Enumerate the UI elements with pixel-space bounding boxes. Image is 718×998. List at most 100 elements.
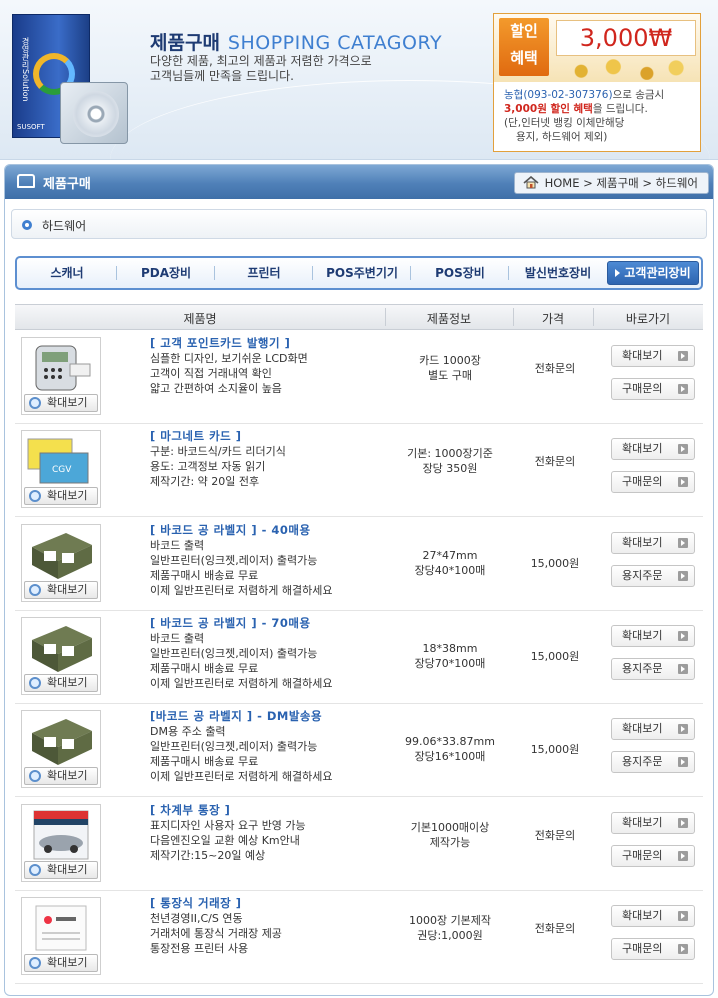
zoom-button[interactable]: 확대보기 [24, 953, 98, 972]
table-header: 제품명 제품정보 가격 바로가기 [15, 304, 703, 330]
table-row: CGV 확대보기 [ 마그네트 카드 ] 구분: 바코드식/카드 리더기식 용도:… [15, 424, 703, 518]
zoom-button[interactable]: 확대보기 [24, 673, 98, 692]
product-desc-line: 이제 일반프린터로 저렴하게 해결하세요 [150, 583, 333, 597]
view-detail-button[interactable]: 확대보기 [611, 438, 695, 461]
product-price: 전화문의 [534, 921, 576, 935]
zoom-button[interactable]: 확대보기 [24, 860, 98, 879]
product-thumbnail[interactable]: 확대보기 [21, 710, 101, 789]
product-info: 99.06*33.87mm 장당16*100매 [385, 734, 515, 764]
product-name[interactable]: [ 마그네트 카드 ] [150, 428, 242, 444]
view-detail-button[interactable]: 확대보기 [611, 718, 695, 741]
product-thumbnail[interactable]: 확대보기 [21, 616, 101, 695]
zoom-label: 확대보기 [47, 955, 88, 969]
button-label: 확대보기 [622, 628, 663, 642]
tab-pos-peripherals[interactable]: POS주변기기 [313, 258, 411, 288]
product-price: 전화문의 [534, 455, 576, 469]
home-icon[interactable] [523, 176, 539, 189]
product-info: 카드 1000장 별도 구매 [385, 353, 515, 383]
product-name[interactable]: [바코드 공 라벨지 ] - DM발송용 [150, 708, 322, 724]
button-label: 용지주문 [622, 755, 663, 769]
banner-title-ko: 제품구매 [150, 32, 220, 54]
tab-caller-id[interactable]: 발신번호장비 [509, 258, 607, 288]
view-detail-button[interactable]: 확대보기 [611, 904, 695, 927]
promo-text: 농협(093-02-307376)으로 송금시 3,000원 할인 혜택을 드립… [504, 88, 694, 144]
arrow-right-icon [678, 444, 688, 455]
promo-badge: 할인 혜택 [499, 18, 549, 76]
arrow-right-icon [678, 477, 688, 488]
label-paper-box-image [32, 625, 92, 672]
arrow-right-icon [678, 910, 688, 921]
order-inquiry-button[interactable]: 용지주문 [611, 564, 695, 587]
car-logbook-image [33, 810, 89, 859]
zoom-button[interactable]: 확대보기 [24, 767, 98, 786]
breadcrumb-text: HOME > 제품구매 > 하드웨어 [544, 176, 698, 190]
product-info-line: 제작가능 [429, 835, 471, 849]
product-thumbnail[interactable]: 확대보기 [21, 523, 101, 602]
button-label: 확대보기 [622, 442, 663, 456]
promo-line4: 용지, 하드웨어 제외) [516, 131, 608, 143]
order-inquiry-button[interactable]: 구매문의 [611, 844, 695, 867]
arrow-right-icon [678, 663, 688, 674]
tab-pos-equipment[interactable]: POS장비 [411, 258, 509, 288]
product-info-line: 기본1000매이상 [410, 820, 490, 834]
header-shortcut: 바로가기 [625, 312, 671, 326]
header-product-name: 제품명 [183, 312, 217, 326]
point-card-machine-image [35, 345, 91, 391]
order-inquiry-button[interactable]: 구매문의 [611, 937, 695, 960]
product-desc-line: 일반프린터(잉크젯,레이저) 출력가능 [150, 553, 318, 567]
product-info-line: 99.06*33.87mm [405, 735, 495, 749]
gold-coins-icon [552, 58, 698, 80]
product-description: 바코드 출력 일반프린터(잉크젯,레이저) 출력가능 제품구매시 배송료 무료 이제 … [150, 631, 333, 691]
zoom-button[interactable]: 확대보기 [24, 394, 98, 412]
breadcrumb[interactable]: HOME > 제품구매 > 하드웨어 [513, 172, 709, 194]
tab-scanner[interactable]: 스캐너 [17, 258, 117, 288]
promo-header: 할인 혜택 3,000₩ [494, 14, 700, 82]
view-detail-button[interactable]: 확대보기 [611, 531, 695, 554]
promo-badge-line: 할인 [510, 22, 538, 40]
product-thumbnail[interactable]: CGV 확대보기 [21, 430, 101, 509]
button-label: 구매문의 [622, 475, 663, 489]
product-name[interactable]: [ 통장식 거래장 ] [150, 895, 242, 911]
product-desc-line: 이제 일반프린터로 저렴하게 해결하세요 [150, 770, 333, 784]
tab-customer-management[interactable]: 고객관리장비 [607, 261, 699, 285]
product-description: 천년경영II,C/S 연동 거래처에 통장식 거래장 제공 통장전용 프린터 사용 [150, 911, 282, 956]
tab-pda[interactable]: PDA장비 [117, 258, 215, 288]
magnifier-icon [29, 956, 41, 969]
product-name[interactable]: [ 바코드 공 라벨지 ] - 70매용 [150, 615, 311, 631]
product-name[interactable]: [ 고객 포인트카드 발행기 ] [150, 335, 290, 351]
view-detail-button[interactable]: 확대보기 [611, 811, 695, 834]
product-desc-line: 제품구매시 배송료 무료 [150, 661, 259, 675]
page-title: 제품구매 [43, 177, 91, 192]
view-detail-button[interactable]: 확대보기 [611, 624, 695, 647]
product-thumbnail[interactable]: 확대보기 [21, 803, 101, 882]
top-banner: 경영관리Solution SUSOFT 제품구매 SHOPPING CATAGOR… [0, 0, 718, 160]
tab-printer[interactable]: 프린터 [215, 258, 313, 288]
title-bar: 제품구매 HOME > 제품구매 > 하드웨어 [5, 165, 713, 199]
product-thumbnail[interactable]: 확대보기 [21, 896, 101, 975]
product-name[interactable]: [ 차계부 통장 ] [150, 802, 230, 818]
product-info: 기본1000매이상 제작가능 [385, 820, 515, 850]
banner-title-en: SHOPPING CATAGORY [227, 32, 443, 54]
view-detail-button[interactable]: 확대보기 [611, 345, 695, 367]
header-price: 가격 [541, 312, 565, 326]
button-label: 구매문의 [622, 848, 663, 862]
banner-title: 제품구매 SHOPPING CATAGORY [150, 28, 442, 55]
product-price: 전화문의 [534, 828, 576, 842]
order-inquiry-button[interactable]: 구매문의 [611, 378, 695, 400]
order-inquiry-button[interactable]: 용지주문 [611, 657, 695, 680]
discount-promo-box: 할인 혜택 3,000₩ 농협(093-02-307376)으로 송금시 3,0… [493, 13, 701, 152]
zoom-button[interactable]: 확대보기 [24, 487, 98, 506]
order-inquiry-button[interactable]: 용지주문 [611, 751, 695, 774]
order-inquiry-button[interactable]: 구매문의 [611, 471, 695, 494]
product-thumbnail[interactable]: 확대보기 [21, 337, 101, 415]
product-desc-line: 다음엔진오일 교환 예상 Km안내 [150, 833, 300, 847]
product-desc-line: 제품구매시 배송료 무료 [150, 755, 259, 769]
product-desc-line: 표지디자인 사용자 요구 반영 가능 [150, 818, 306, 832]
magnifier-icon [29, 863, 41, 876]
zoom-button[interactable]: 확대보기 [24, 580, 98, 599]
zoom-label: 확대보기 [47, 769, 88, 783]
product-info-line: 27*47mm [422, 548, 478, 562]
product-name[interactable]: [ 바코드 공 라벨지 ] - 40매용 [150, 522, 311, 538]
cd-disc-icon [73, 91, 119, 137]
product-desc-line: 일반프린터(잉크젯,레이저) 출력가능 [150, 646, 318, 660]
